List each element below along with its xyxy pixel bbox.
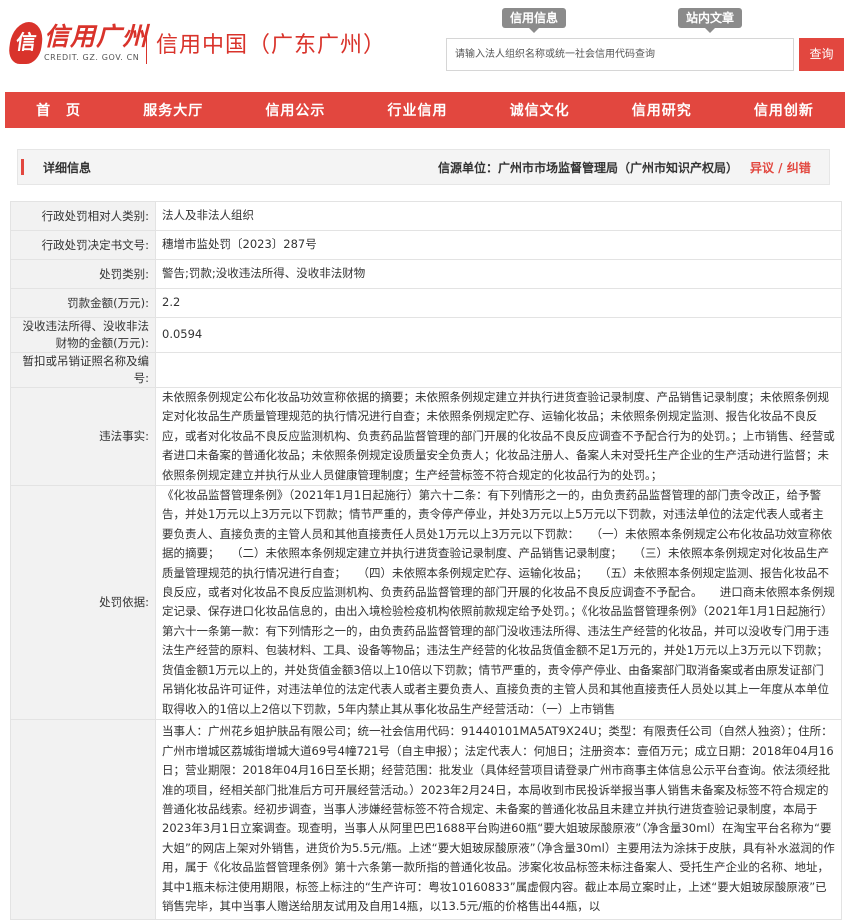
table-row: 处罚依据: 《化妆品监督管理条例》（2021年1月1日起施行）第六十二条：有下列… <box>10 485 842 720</box>
table-row: 违法事实: 未依照条例规定公布化妆品功效宣称依据的摘要；未依照条例规定建立并执行… <box>10 386 842 487</box>
site-header: 信 信用广州 CREDIT. GZ. GOV. CN 信用中国（广东广州） 信用… <box>0 0 850 128</box>
logo-domain: CREDIT. GZ. GOV. CN <box>44 53 140 62</box>
row-label: 罚款金额(万元): <box>10 288 156 318</box>
search-tab-credit-info[interactable]: 信用信息 <box>502 8 567 33</box>
table-row: 行政处罚决定书文号: 穗增市监处罚〔2023〕287号 <box>10 230 842 260</box>
row-label: 违法事实: <box>10 386 156 487</box>
nav-item-integrity-culture[interactable]: 诚信文化 <box>510 100 570 120</box>
row-label <box>10 718 156 920</box>
search-tab-site-articles[interactable]: 站内文章 <box>678 8 743 33</box>
logo-texts: 信用广州 CREDIT. GZ. GOV. CN <box>44 22 148 62</box>
logo-text: 信用广州 <box>44 22 149 51</box>
table-row: 暂扣或吊销证照名称及编号: <box>10 352 842 388</box>
table-row: 没收违法所得、没收非法财物的金额(万元): 0.0594 <box>10 317 842 353</box>
row-value: 警告;罚款;没收违法所得、没收非法财物 <box>155 259 842 289</box>
penalty-detail-table: 行政处罚相对人类别: 法人及非法人组织 行政处罚决定书文号: 穗增市监处罚〔20… <box>10 201 842 920</box>
row-label: 处罚类别: <box>10 259 156 289</box>
table-row: 行政处罚相对人类别: 法人及非法人组织 <box>10 201 842 231</box>
search-input[interactable]: 请输入法人组织名称或统一社会信用代码查询 <box>446 38 794 71</box>
table-row: 当事人：广州花乡姐护肤品有限公司；统一社会信用代码：91440101MA5AT9… <box>10 718 842 920</box>
logo-divider <box>146 30 147 64</box>
nav-item-credit-disclosure[interactable]: 信用公示 <box>265 100 325 120</box>
search-button[interactable]: 查询 <box>799 38 844 71</box>
row-label: 处罚依据: <box>10 485 156 720</box>
table-row: 罚款金额(万元): 2.2 <box>10 288 842 318</box>
row-label: 暂扣或吊销证照名称及编号: <box>10 352 156 388</box>
row-value: 2.2 <box>155 288 842 318</box>
main-nav: 首 页 服务大厅 信用公示 行业信用 诚信文化 信用研究 信用创新 <box>5 92 845 128</box>
row-label: 没收违法所得、没收非法财物的金额(万元): <box>10 317 156 353</box>
nav-item-service-hall[interactable]: 服务大厅 <box>143 100 203 120</box>
panel-accent-bar <box>21 159 24 175</box>
site-title: 信用中国（广东广州） <box>156 33 387 58</box>
nav-item-credit-innovation[interactable]: 信用创新 <box>754 100 814 120</box>
logo-emblem: 信 <box>7 22 45 64</box>
site-logo[interactable]: 信 信用广州 CREDIT. GZ. GOV. CN <box>7 22 148 64</box>
row-value: 穗增市监处罚〔2023〕287号 <box>155 230 842 260</box>
detail-panel-header: 详细信息 信源单位：广州市市场监督管理局（广州市知识产权局） 异议 / 纠错 <box>17 149 830 185</box>
row-value: 当事人：广州花乡姐护肤品有限公司；统一社会信用代码：91440101MA5AT9… <box>155 718 842 920</box>
row-value: 法人及非法人组织 <box>155 201 842 231</box>
source-unit: 信源单位：广州市市场监督管理局（广州市知识产权局） <box>438 161 739 175</box>
row-label: 行政处罚决定书文号: <box>10 230 156 260</box>
row-value: 0.0594 <box>155 317 842 353</box>
row-label: 行政处罚相对人类别: <box>10 201 156 231</box>
objection-link[interactable]: 异议 / 纠错 <box>750 150 811 186</box>
nav-item-credit-research[interactable]: 信用研究 <box>632 100 692 120</box>
row-value: 未依照条例规定公布化妆品功效宣称依据的摘要；未依照条例规定建立并执行进货查验记录… <box>155 386 842 487</box>
panel-title: 详细信息 <box>43 161 92 175</box>
table-row: 处罚类别: 警告;罚款;没收违法所得、没收非法财物 <box>10 259 842 289</box>
row-value: 《化妆品监督管理条例》（2021年1月1日起施行）第六十二条：有下列情形之一的，… <box>155 485 842 720</box>
row-value <box>155 352 842 388</box>
nav-item-industry-credit[interactable]: 行业信用 <box>387 100 447 120</box>
nav-item-home[interactable]: 首 页 <box>36 100 81 120</box>
